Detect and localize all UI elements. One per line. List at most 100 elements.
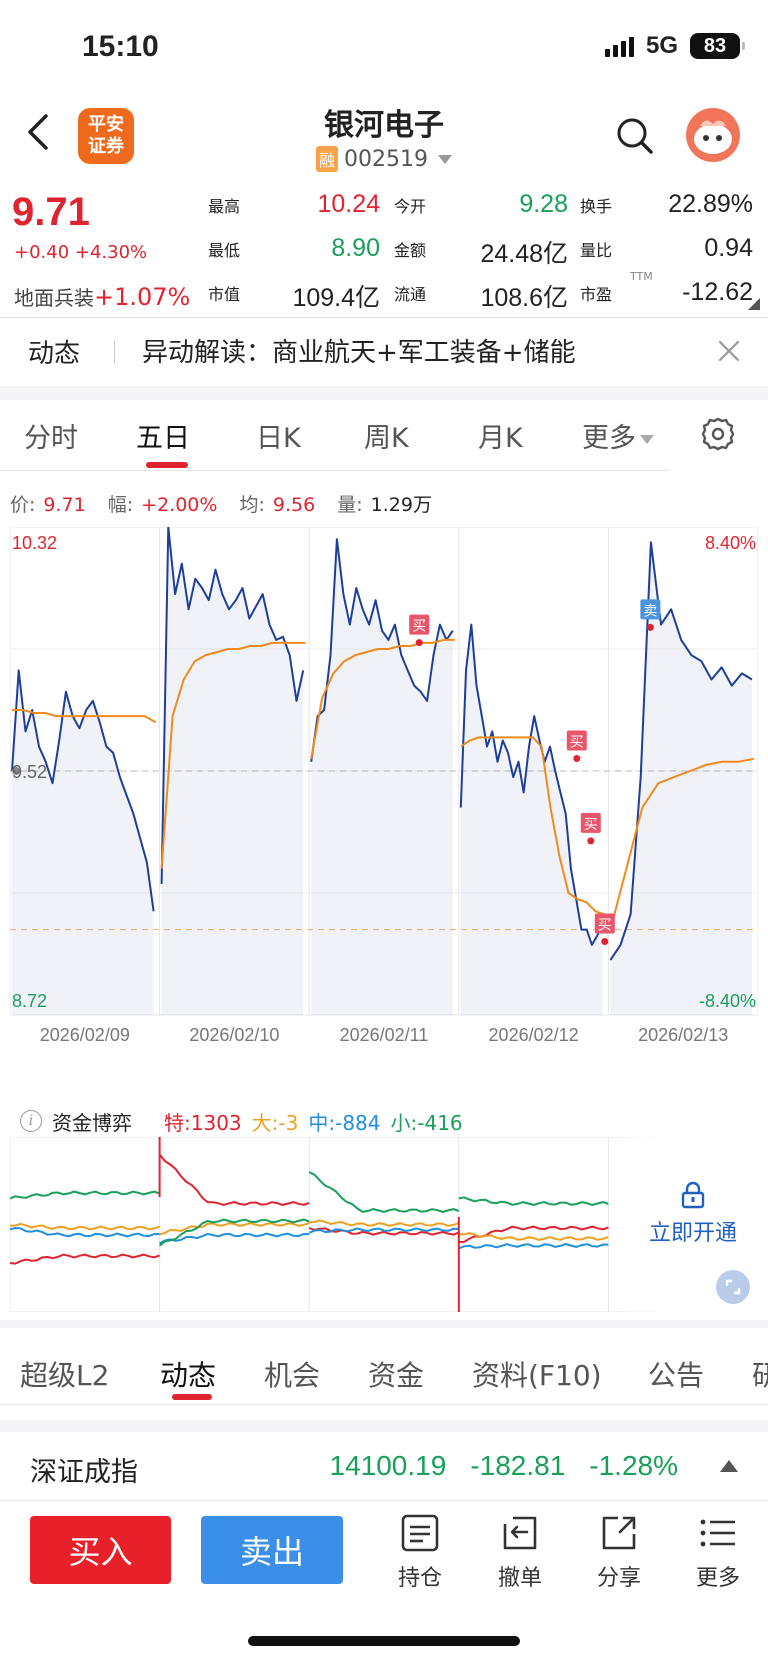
buy-marker-label: 买 [598, 918, 612, 934]
tab-funds[interactable]: 资金 [368, 1354, 424, 1394]
range-value: +2.00% [141, 494, 218, 516]
divider [0, 1404, 768, 1405]
current-price: 9.71 [12, 190, 90, 234]
gear-icon [701, 417, 735, 451]
price-change: +0.40 +4.30% [14, 242, 148, 263]
quote-value: 8.90 [331, 234, 380, 262]
signal-icon [604, 35, 634, 57]
stock-code: 002519 [344, 146, 428, 172]
index-value: 14100.19 [329, 1450, 447, 1481]
status-icons: 5G 83 [604, 32, 745, 60]
chart-settings-button[interactable] [700, 416, 736, 452]
expand-index-icon[interactable] [720, 1460, 738, 1472]
quote-label: 市盈 [580, 285, 613, 304]
fund-flow-item: 小:-416 [391, 1107, 463, 1136]
cancel-order-icon [503, 1516, 537, 1550]
index-pct: -1.28% [589, 1450, 678, 1481]
quote-value: 10.24 [317, 190, 380, 218]
status-time: 15:10 [82, 30, 159, 63]
close-news-button[interactable] [716, 338, 742, 364]
sell-button[interactable]: 卖出 [201, 1516, 343, 1584]
expand-icon [725, 1279, 741, 1295]
more-button[interactable]: 更多 [683, 1512, 753, 1592]
fund-flow-label: 中: [308, 1110, 336, 1135]
tab-news[interactable]: 动态 [160, 1354, 216, 1394]
tab-daily-k[interactable]: 日K [256, 416, 301, 455]
sector-name: 地面兵装 [14, 286, 94, 310]
section-gap [0, 1420, 768, 1432]
crosshair-info: 价: 9.71 幅: +2.00% 均: 9.56 量: 1.29万 [10, 490, 448, 517]
caret-down-icon [640, 435, 654, 444]
mascot-icon [694, 120, 732, 154]
sector-pct: +1.07% [94, 283, 191, 311]
range-label: 幅: [107, 494, 134, 516]
sell-marker-label: 卖 [643, 603, 657, 619]
info-icon[interactable]: i [20, 1110, 42, 1132]
x-tick-label: 2026/02/11 [340, 1025, 429, 1045]
tab-announcement[interactable]: 公告 [648, 1354, 704, 1394]
fund-flow-value: -3 [278, 1110, 299, 1135]
avg-value: 9.56 [272, 494, 316, 516]
index-name[interactable]: 深证成指 [30, 1450, 138, 1489]
quote-value: 22.89% [668, 190, 753, 218]
tab-five-day[interactable]: 五日 [136, 416, 190, 455]
quote-label: 量比 [580, 241, 613, 260]
pct-min-label: -8.40% [699, 991, 756, 1011]
quote-label: 最低 [208, 241, 241, 260]
quote-label: 市值 [208, 285, 241, 304]
holdings-button[interactable]: 持仓 [385, 1512, 455, 1592]
news-tag: 动态 [28, 339, 81, 369]
search-button[interactable] [615, 116, 655, 156]
trade-dot [601, 938, 609, 945]
tab-weekly-k[interactable]: 周K [364, 416, 409, 455]
tab-research[interactable]: 研 [752, 1354, 768, 1394]
avg-label: 均: [239, 494, 265, 516]
expand-button[interactable] [716, 1270, 750, 1304]
sector-change[interactable]: 地面兵装+1.07% [14, 282, 190, 311]
buy-button[interactable]: 买入 [30, 1516, 171, 1584]
tab-monthly-k[interactable]: 月K [478, 416, 523, 455]
buy-marker-label: 买 [412, 619, 426, 635]
news-headline[interactable]: 异动解读：商业航天+军工装备+储能 [142, 332, 576, 369]
quote-label: 金额 [394, 241, 427, 260]
fund-flow-header: i 资金博弈 特:1303 大:-3 中:-884 小:-416 [10, 1105, 758, 1137]
index-values: 14100.19 -182.81 -1.28% [330, 1450, 678, 1482]
close-icon [718, 340, 740, 362]
search-icon [617, 118, 653, 154]
tab-f10[interactable]: 资料(F10) [472, 1354, 602, 1394]
fund-flow-label: 小: [390, 1110, 418, 1135]
tab-intraday[interactable]: 分时 [24, 416, 78, 455]
five-day-chart[interactable]: 买买买买卖10.32 8.40%8.72 -8.40%9.522026/02/09 2… [10, 527, 758, 1075]
active-tab-indicator [172, 1394, 212, 1400]
tab-opportunity[interactable]: 机会 [264, 1354, 320, 1394]
tab-super-l2[interactable]: 超级L2 [20, 1354, 109, 1394]
battery-level: 83 [703, 34, 727, 57]
index-change: -182.81 [470, 1450, 566, 1481]
more-label: 更多 [695, 1566, 740, 1591]
price-label: 价: [10, 494, 36, 516]
buy-marker-label: 买 [570, 735, 584, 751]
buy-marker-label: 买 [584, 817, 598, 833]
divider [0, 317, 768, 318]
news-separator [114, 340, 115, 364]
fund-flow-value: -416 [417, 1110, 463, 1135]
more-icon [700, 1519, 735, 1547]
avatar[interactable] [686, 108, 740, 162]
fund-flow-item: 中:-884 [308, 1107, 380, 1136]
section-gap [0, 1320, 768, 1328]
trade-dot [587, 837, 595, 845]
volume-label: 量: [337, 494, 363, 516]
expand-quote-icon[interactable] [748, 298, 760, 310]
fund-flow-title: 资金博弈 [52, 1110, 132, 1135]
home-indicator [248, 1636, 520, 1646]
quote-value: 24.48亿 [480, 240, 568, 268]
cancel-order-button[interactable]: 撤单 [485, 1512, 555, 1592]
divider [0, 470, 670, 471]
x-tick-label: 2026/02/12 [489, 1025, 579, 1045]
share-button[interactable]: 分享 [584, 1512, 654, 1592]
x-tick-label: 2026/02/10 [189, 1025, 279, 1045]
battery-icon: 83 [690, 33, 745, 59]
share-label: 分享 [596, 1566, 641, 1591]
tab-more[interactable]: 更多 [582, 416, 654, 455]
caret-down-icon [438, 154, 452, 164]
